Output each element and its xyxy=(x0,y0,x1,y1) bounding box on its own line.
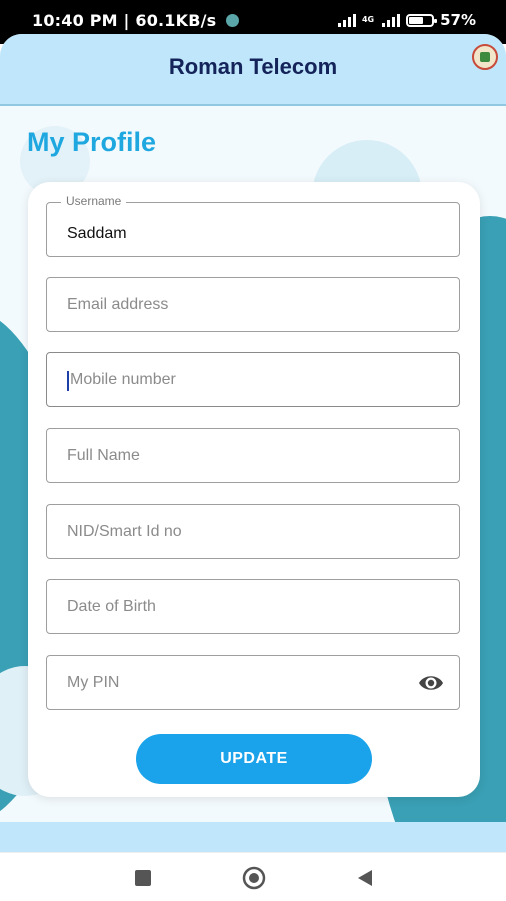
eye-icon[interactable] xyxy=(417,670,445,696)
page-title: My Profile xyxy=(27,127,157,157)
update-button[interactable]: UPDATE xyxy=(136,734,372,784)
email-input[interactable] xyxy=(67,278,397,331)
username-field[interactable]: Username xyxy=(46,194,460,260)
system-nav-bar xyxy=(0,852,506,901)
data-saver-icon xyxy=(226,14,240,27)
full-name-field[interactable] xyxy=(46,428,460,483)
signal-icon-2 xyxy=(382,13,401,27)
circle-home-icon[interactable] xyxy=(242,866,266,890)
status-right: 4G 57% xyxy=(337,11,476,29)
signal-icon xyxy=(337,13,356,27)
app-title: Roman Telecom xyxy=(168,54,338,79)
app-bar: Roman Telecom xyxy=(0,34,506,106)
mobile-input[interactable] xyxy=(70,353,400,406)
battery-fill xyxy=(409,16,423,24)
nid-field[interactable] xyxy=(46,504,460,559)
bottom-strip xyxy=(0,822,506,852)
status-time: 10:40 PM xyxy=(32,11,118,30)
dob-input[interactable] xyxy=(67,580,397,633)
triangle-back-icon[interactable] xyxy=(354,867,376,889)
full-name-input[interactable] xyxy=(67,429,397,482)
mobile-field[interactable] xyxy=(46,352,460,407)
app-logo-icon[interactable] xyxy=(472,44,498,70)
dob-field[interactable] xyxy=(46,579,460,634)
nid-input[interactable] xyxy=(67,505,397,558)
username-input[interactable] xyxy=(67,207,397,260)
battery-icon xyxy=(406,13,438,27)
username-label: Username xyxy=(61,194,127,208)
battery-percent: 57% xyxy=(440,11,476,29)
text-cursor xyxy=(67,371,69,391)
network-type-label: 4G xyxy=(361,15,375,24)
status-left: 10:40 PM | 60.1KB/s xyxy=(32,11,240,30)
pin-input[interactable] xyxy=(67,656,397,709)
status-speed: 60.1KB/s xyxy=(135,11,217,30)
pin-field[interactable] xyxy=(46,655,460,710)
status-separator: | xyxy=(123,11,130,30)
square-icon[interactable] xyxy=(132,867,154,889)
email-field[interactable] xyxy=(46,277,460,332)
